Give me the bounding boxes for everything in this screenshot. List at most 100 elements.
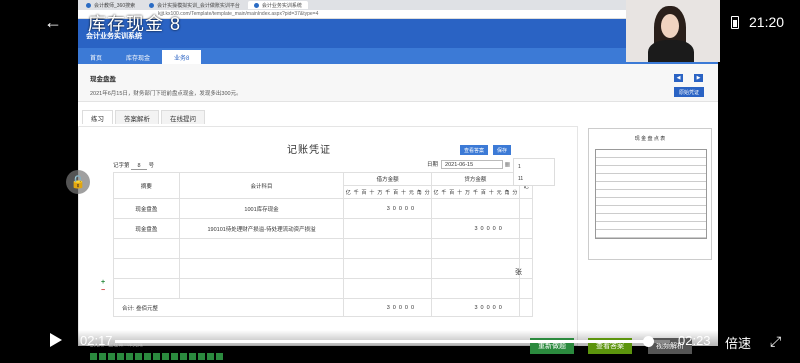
table-row xyxy=(113,258,534,279)
progress-bar[interactable] xyxy=(115,340,670,343)
tab-answer-analysis[interactable]: 答案解析 xyxy=(115,110,159,124)
digit-label: 分 xyxy=(424,189,430,196)
account-cell[interactable]: 1001库存现金 xyxy=(178,198,345,219)
voucher-number-input[interactable]: 8 xyxy=(131,163,148,170)
status-clock: 21:20 xyxy=(749,14,785,30)
main-content: 现金盘盈 2021年6月15日，财务部门下班前盘点现金，发现多出300元。 ◀ … xyxy=(78,64,718,346)
question-description: 2021年6月15日，财务部门下班前盘点现金，发现多出300元。 xyxy=(90,91,242,97)
progress-fill xyxy=(115,340,648,343)
col-account: 会计科目 xyxy=(178,172,345,199)
credit-digit-headers: 亿千百十万千百十元角分 xyxy=(431,185,520,199)
digit-label: 千 xyxy=(472,189,478,196)
question-header: 现金盘盈 2021年6月15日，财务部门下班前盘点现金，发现多出300元。 ◀ … xyxy=(78,64,718,102)
digit-label: 百 xyxy=(480,189,486,196)
voucher-table: 摘要 会计科目 借方金额 贷方金额 记 亿千百十万千百十元角分 亿千百十万千百十… xyxy=(112,172,534,317)
calendar-icon[interactable]: ▦ xyxy=(505,162,511,168)
table-row xyxy=(113,278,534,299)
digit-label: 万 xyxy=(465,189,471,196)
account-cell[interactable]: 190101待处理财产损溢-待处理流动资产损溢 xyxy=(178,218,345,239)
prev-question-button[interactable]: ◀ xyxy=(674,74,683,82)
question-title: 现金盘盈 xyxy=(90,76,116,83)
digit-label: 十 xyxy=(457,189,463,196)
total-credit: 30000 xyxy=(431,298,520,317)
browser-tab[interactable]: 会计实操模拟实训_会计做账实训平台 xyxy=(143,1,246,9)
debit-cell[interactable] xyxy=(343,218,433,239)
voucher-title: 记账凭证 xyxy=(287,145,331,156)
accounting-voucher: 记账凭证 查看答案 保存 记字第 8 号 日期 2021-06-15 ▦ 摘要 会… xyxy=(78,126,578,346)
lock-icon[interactable]: 🔓 xyxy=(66,170,90,194)
progress-knob[interactable] xyxy=(642,336,654,347)
digit-label: 千 xyxy=(353,189,359,196)
digit-label: 角 xyxy=(504,189,510,196)
digit-label: 十 xyxy=(400,189,406,196)
voucher-date: 日期 2021-06-15 ▦ xyxy=(427,160,511,170)
date-dropdown: 1 11 xyxy=(513,158,555,186)
nav-tab-business[interactable]: 业务8 xyxy=(162,50,202,64)
attach-suffix: 张 xyxy=(515,269,522,276)
digit-label: 千 xyxy=(385,189,391,196)
webcam-overlay xyxy=(626,0,720,62)
sub-tabs: 练习 答案解析 在线提问 xyxy=(78,110,205,124)
debit-cell[interactable]: 30000 xyxy=(343,198,433,219)
original-document-thumbnail[interactable]: 现 金 盘 点 表 xyxy=(588,128,712,260)
question-progress-dots xyxy=(90,353,223,360)
current-time: 02:17 xyxy=(80,333,113,348)
favicon-icon xyxy=(253,2,259,8)
digit-label: 分 xyxy=(512,189,518,196)
voucher-number: 记字第 8 号 xyxy=(113,163,155,170)
play-icon[interactable] xyxy=(50,333,62,347)
digit-label: 十 xyxy=(488,189,494,196)
thumbnail-title: 现 金 盘 点 表 xyxy=(634,136,666,142)
credit-cell[interactable]: 30000 xyxy=(431,218,520,239)
digit-label: 百 xyxy=(361,189,367,196)
digit-label: 亿 xyxy=(345,189,351,196)
digit-label: 十 xyxy=(369,189,375,196)
digit-label: 元 xyxy=(408,189,414,196)
digit-label: 百 xyxy=(449,189,455,196)
nav-tab-cash[interactable]: 库存现金 xyxy=(114,50,162,64)
summary-cell[interactable]: 现金盘盈 xyxy=(113,198,180,219)
nav-bar: 首页 库存现金 业务8 xyxy=(78,48,718,64)
digit-label: 万 xyxy=(377,189,383,196)
tab-online-question[interactable]: 在线提问 xyxy=(161,110,205,124)
video-overlay-title: 库存现金 8 xyxy=(88,14,182,34)
col-summary: 摘要 xyxy=(113,172,180,199)
digit-label: 亿 xyxy=(433,189,439,196)
thumbnail-table xyxy=(595,149,707,239)
battery-icon xyxy=(731,16,739,29)
total-row: 合计: 叁佰元整 30000 30000 xyxy=(112,298,534,317)
total-debit: 30000 xyxy=(343,298,433,317)
browser-tab[interactable]: 会计教师_360搜索 xyxy=(80,1,141,9)
favicon-icon xyxy=(86,2,91,8)
save-button[interactable]: 保存 xyxy=(493,145,512,155)
view-answer-button[interactable]: 查看答案 xyxy=(460,145,489,155)
original-voucher-button[interactable]: 原始凭证 xyxy=(674,87,704,97)
screen: { "browser": { "tabs": ["会计教师_360搜索", "会… xyxy=(0,0,800,363)
browser-tab-strip: 会计教师_360搜索 会计实操模拟实训_会计做账实训平台 会计业务实训系统 xyxy=(78,0,626,10)
add-row-icon[interactable]: + xyxy=(101,279,105,286)
back-arrow-icon[interactable]: ← xyxy=(44,12,62,33)
tab-practice[interactable]: 练习 xyxy=(82,110,113,124)
total-time: 02:23 xyxy=(678,333,711,348)
date-input[interactable]: 2021-06-15 xyxy=(441,160,504,170)
col-credit: 贷方金额 xyxy=(431,172,520,186)
nav-tab-home[interactable]: 首页 xyxy=(78,50,114,64)
col-debit: 借方金额 xyxy=(343,172,433,186)
summary-cell[interactable]: 现金盘盈 xyxy=(113,218,180,239)
favicon-icon xyxy=(149,2,155,8)
fullscreen-icon[interactable]: ⤢ xyxy=(770,333,781,350)
date-option[interactable]: 11 xyxy=(518,173,550,185)
digit-label: 角 xyxy=(416,189,422,196)
debit-digit-headers: 亿千百十万千百十元角分 xyxy=(343,185,433,199)
total-label: 合计: 叁佰元整 xyxy=(112,298,345,317)
date-option[interactable]: 1 xyxy=(518,161,550,173)
speed-button[interactable]: 倍速 xyxy=(725,333,751,352)
table-row xyxy=(113,238,534,259)
credit-cell[interactable] xyxy=(431,198,520,219)
next-question-button[interactable]: ▶ xyxy=(694,74,703,82)
table-row: 现金盘盈 190101待处理财产损溢-待处理流动资产损溢 30000 xyxy=(113,218,534,239)
digit-label: 千 xyxy=(441,189,447,196)
digit-label: 元 xyxy=(496,189,502,196)
browser-tab-active[interactable]: 会计业务实训系统 xyxy=(247,1,308,9)
remove-row-icon[interactable]: − xyxy=(101,287,105,294)
